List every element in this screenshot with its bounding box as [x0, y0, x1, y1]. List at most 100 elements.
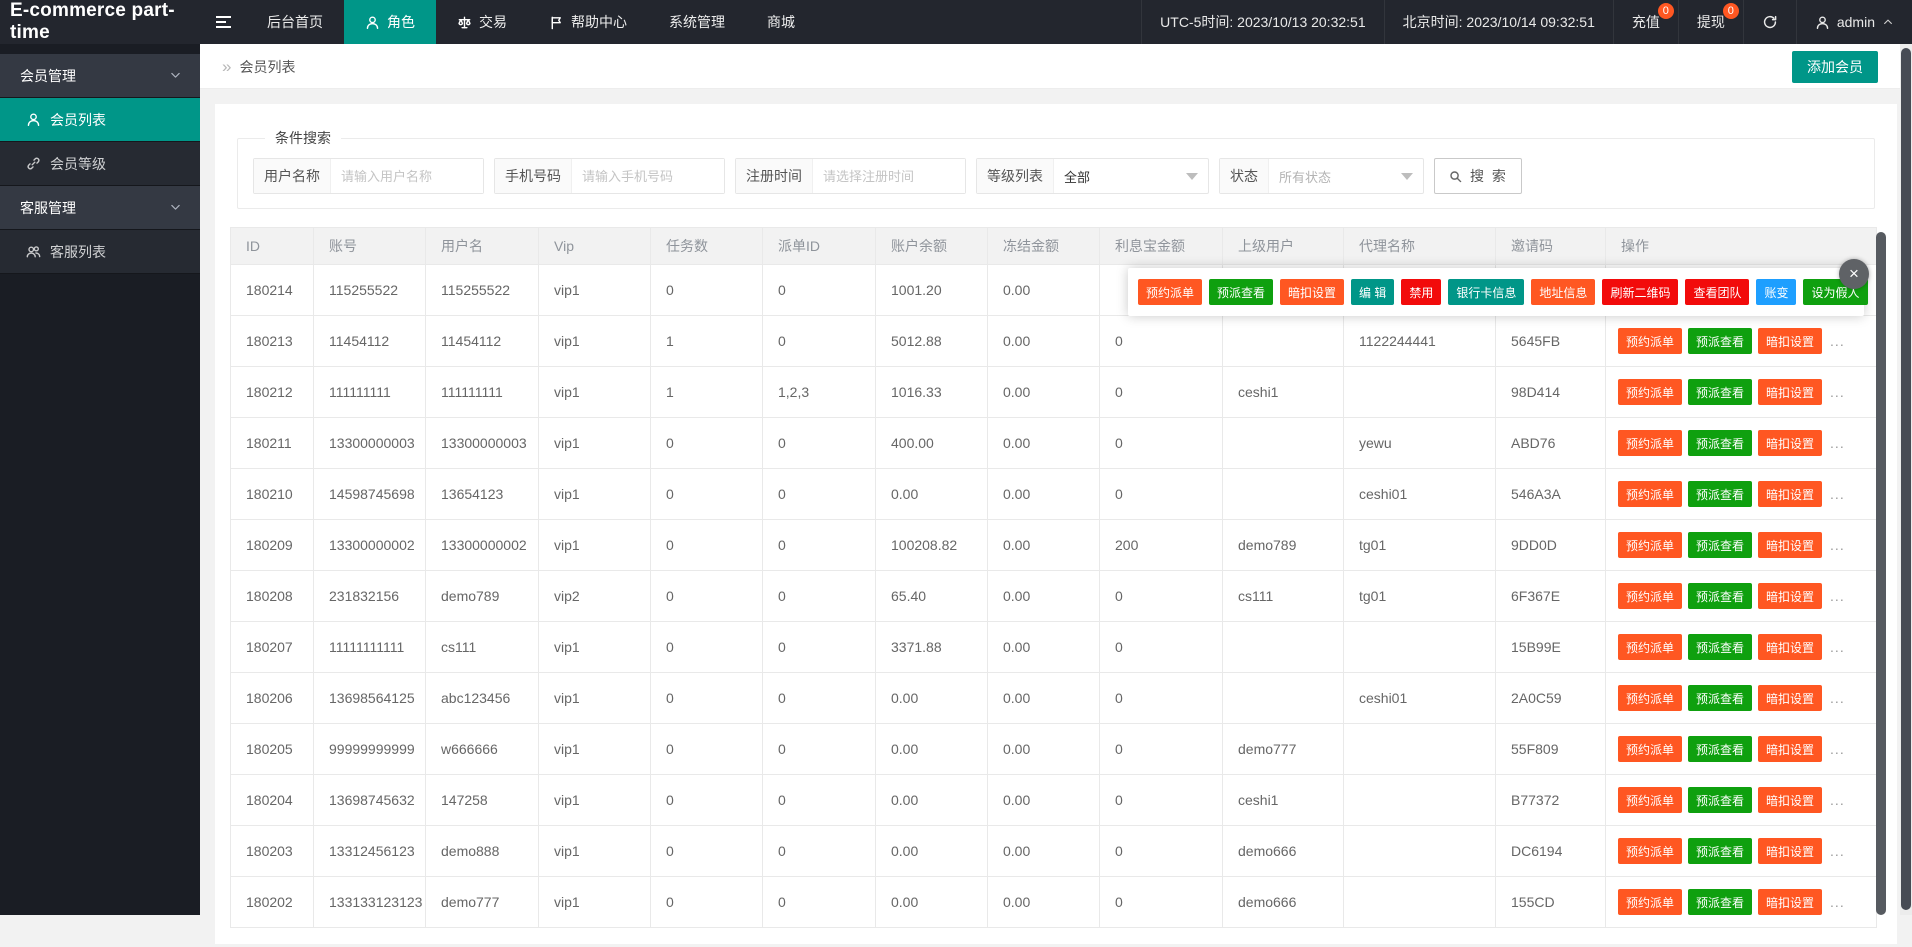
- hidden-deduction-button[interactable]: 暗扣设置: [1758, 532, 1822, 558]
- table-cell: 180213: [230, 316, 314, 367]
- more-actions-button[interactable]: ...: [1828, 639, 1845, 655]
- withdraw-link[interactable]: 提现 0: [1678, 0, 1743, 44]
- dispatch-view-button[interactable]: 预派查看: [1688, 889, 1752, 915]
- reserve-dispatch-button[interactable]: 预约派单: [1618, 736, 1682, 762]
- table-scrollbar[interactable]: [1876, 232, 1886, 915]
- hidden-deduction-button[interactable]: 暗扣设置: [1758, 481, 1822, 507]
- hidden-deduction-button[interactable]: 暗扣设置: [1758, 583, 1822, 609]
- table-row: 180212111111111111111111vip111,2,31016.3…: [230, 367, 1656, 418]
- sidebar-item-member-level[interactable]: 会员等级: [0, 142, 200, 186]
- hidden-deduction-button[interactable]: 暗扣设置: [1758, 838, 1822, 864]
- more-actions-button[interactable]: ...: [1828, 741, 1845, 757]
- sidebar-item-member-list[interactable]: 会员列表: [0, 98, 200, 142]
- hidden-deduction-button[interactable]: 暗扣设置: [1758, 889, 1822, 915]
- table-cell: 0: [1100, 367, 1223, 418]
- user-icon: [1815, 15, 1830, 30]
- more-actions-button[interactable]: ...: [1828, 435, 1845, 451]
- dispatch-view-button[interactable]: 预派查看: [1688, 481, 1752, 507]
- disable-button[interactable]: 禁用: [1401, 279, 1441, 305]
- table-cell: 14598745698: [314, 469, 426, 520]
- dispatch-view-button[interactable]: 预派查看: [1688, 838, 1752, 864]
- refresh-button[interactable]: [1743, 0, 1796, 44]
- hidden-deduction-button[interactable]: 暗扣设置: [1758, 328, 1822, 354]
- recharge-link[interactable]: 充值 0: [1613, 0, 1678, 44]
- hidden-deduction-button[interactable]: 暗扣设置: [1758, 634, 1822, 660]
- reserve-dispatch-button[interactable]: 预约派单: [1618, 634, 1682, 660]
- breadcrumb-arrow-icon: »: [222, 57, 231, 77]
- more-actions-button[interactable]: ...: [1828, 384, 1845, 400]
- sidebar-group-member-management[interactable]: 会员管理: [0, 54, 200, 98]
- username-input[interactable]: [331, 159, 483, 193]
- dispatch-view-button[interactable]: 预派查看: [1688, 532, 1752, 558]
- reserve-dispatch-button[interactable]: 预约派单: [1618, 328, 1682, 354]
- more-actions-button[interactable]: ...: [1828, 894, 1845, 910]
- view-team-button[interactable]: 查看团队: [1685, 279, 1749, 305]
- nav-item-mall[interactable]: 商城: [746, 0, 816, 44]
- reserve-dispatch-button[interactable]: 预约派单: [1618, 889, 1682, 915]
- sidebar-group-customer-service[interactable]: 客服管理: [0, 186, 200, 230]
- menu-toggle-icon[interactable]: [200, 0, 246, 44]
- scale-icon: [457, 15, 472, 30]
- hidden-deduction-button[interactable]: 暗扣设置: [1758, 787, 1822, 813]
- close-icon[interactable]: ×: [1839, 259, 1869, 289]
- page-scrollbar[interactable]: [1901, 48, 1911, 910]
- nav-item-help-center[interactable]: 帮助中心: [528, 0, 648, 44]
- reserve-dispatch-button[interactable]: 预约派单: [1618, 685, 1682, 711]
- hidden-deduction-button[interactable]: 暗扣设置: [1280, 279, 1344, 305]
- row-actions: 预约派单预派查看暗扣设置...: [1605, 571, 1877, 622]
- add-member-button[interactable]: 添加会员: [1792, 51, 1878, 83]
- reserve-dispatch-button[interactable]: 预约派单: [1618, 481, 1682, 507]
- more-actions-button[interactable]: ...: [1828, 486, 1845, 502]
- register-time-input[interactable]: [813, 159, 965, 193]
- more-actions-button[interactable]: ...: [1828, 792, 1845, 808]
- reserve-dispatch-button[interactable]: 预约派单: [1618, 379, 1682, 405]
- withdraw-label: 提现: [1697, 12, 1725, 32]
- nav-item-roles[interactable]: 角色: [344, 0, 436, 44]
- row-actions: 预约派单预派查看暗扣设置...: [1605, 367, 1877, 418]
- column-header: 任务数: [651, 227, 763, 265]
- dispatch-view-button[interactable]: 预派查看: [1209, 279, 1273, 305]
- more-actions-button[interactable]: ...: [1828, 843, 1845, 859]
- reserve-dispatch-button[interactable]: 预约派单: [1618, 583, 1682, 609]
- sidebar-item-service-list[interactable]: 客服列表: [0, 230, 200, 274]
- reserve-dispatch-button[interactable]: 预约派单: [1138, 279, 1202, 305]
- reserve-dispatch-button[interactable]: 预约派单: [1618, 532, 1682, 558]
- dispatch-view-button[interactable]: 预派查看: [1688, 685, 1752, 711]
- dispatch-view-button[interactable]: 预派查看: [1688, 736, 1752, 762]
- status-select[interactable]: 状态所有状态: [1219, 158, 1424, 194]
- dispatch-view-button[interactable]: 预派查看: [1688, 430, 1752, 456]
- dispatch-view-button[interactable]: 预派查看: [1688, 379, 1752, 405]
- level-select[interactable]: 等级列表全部: [976, 158, 1209, 194]
- dispatch-view-button[interactable]: 预派查看: [1688, 328, 1752, 354]
- page-title: 会员列表: [239, 57, 295, 77]
- more-actions-button[interactable]: ...: [1828, 588, 1845, 604]
- balance-change-button[interactable]: 账变: [1756, 279, 1796, 305]
- nav-item-home[interactable]: 后台首页: [246, 0, 344, 44]
- dispatch-view-button[interactable]: 预派查看: [1688, 787, 1752, 813]
- nav-item-system-management[interactable]: 系统管理: [648, 0, 746, 44]
- reserve-dispatch-button[interactable]: 预约派单: [1618, 430, 1682, 456]
- reserve-dispatch-button[interactable]: 预约派单: [1618, 838, 1682, 864]
- nav-item-trade[interactable]: 交易: [436, 0, 528, 44]
- dispatch-view-button[interactable]: 预派查看: [1688, 583, 1752, 609]
- more-actions-button[interactable]: ...: [1828, 537, 1845, 553]
- hidden-deduction-button[interactable]: 暗扣设置: [1758, 685, 1822, 711]
- user-menu[interactable]: admin: [1796, 0, 1912, 44]
- table-cell: [1344, 622, 1496, 673]
- column-header: 冻结金额: [988, 227, 1100, 265]
- more-actions-button[interactable]: ...: [1828, 690, 1845, 706]
- table-cell: w666666: [426, 724, 539, 775]
- hidden-deduction-button[interactable]: 暗扣设置: [1758, 430, 1822, 456]
- bank-card-info-button[interactable]: 银行卡信息: [1448, 279, 1524, 305]
- refresh-qrcode-button[interactable]: 刷新二维码: [1602, 279, 1678, 305]
- hidden-deduction-button[interactable]: 暗扣设置: [1758, 736, 1822, 762]
- hidden-deduction-button[interactable]: 暗扣设置: [1758, 379, 1822, 405]
- reserve-dispatch-button[interactable]: 预约派单: [1618, 787, 1682, 813]
- table-cell: demo666: [1223, 877, 1344, 928]
- address-info-button[interactable]: 地址信息: [1531, 279, 1595, 305]
- dispatch-view-button[interactable]: 预派查看: [1688, 634, 1752, 660]
- edit-button[interactable]: 编 辑: [1351, 279, 1394, 305]
- more-actions-button[interactable]: ...: [1828, 333, 1845, 349]
- search-button[interactable]: 搜 索: [1434, 158, 1522, 194]
- phone-input[interactable]: [572, 159, 724, 193]
